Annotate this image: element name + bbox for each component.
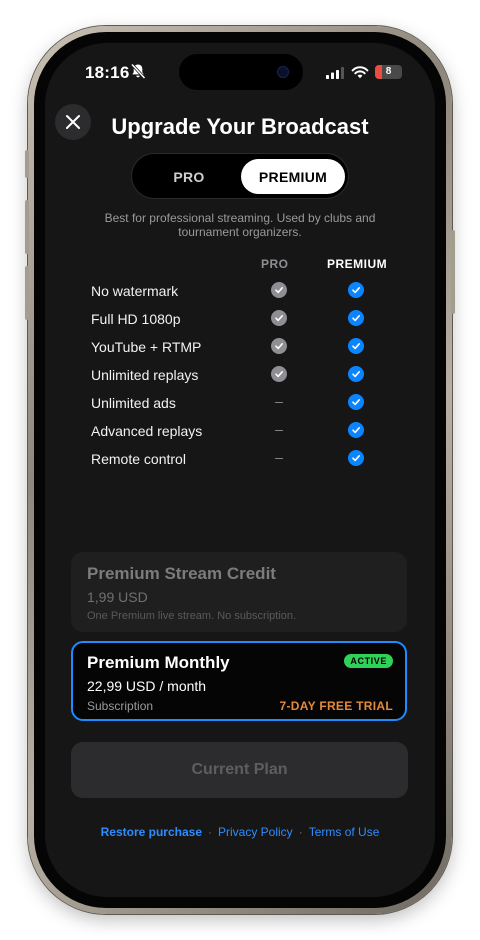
free-trial-label: 7-DAY FREE TRIAL xyxy=(279,699,393,713)
pro-unavailable-dash: – xyxy=(275,449,283,465)
feature-label: Advanced replays xyxy=(91,423,203,439)
feature-label: Unlimited replays xyxy=(91,367,199,383)
feature-row: Remote control – xyxy=(45,449,435,469)
active-badge: ACTIVE xyxy=(344,654,393,668)
tab-premium[interactable]: PREMIUM xyxy=(241,159,345,194)
premium-check-icon xyxy=(348,338,364,354)
option-title: Premium Monthly xyxy=(87,653,230,672)
feature-label: Remote control xyxy=(91,451,186,467)
footer-links: Restore purchase · Privacy Policy · Terms of… xyxy=(45,825,435,839)
terms-of-use-link[interactable]: Terms of Use xyxy=(309,825,380,839)
current-plan-button[interactable]: Current Plan xyxy=(71,742,408,798)
status-time: 18:16 xyxy=(85,63,130,82)
feature-label: No watermark xyxy=(91,283,179,299)
power-button xyxy=(451,230,455,314)
plan-toggle: PRO PREMIUM xyxy=(131,153,349,199)
feature-row: Unlimited ads – xyxy=(45,393,435,413)
feature-row: YouTube + RTMP xyxy=(45,337,435,357)
feature-row: Full HD 1080p xyxy=(45,309,435,329)
pro-check-icon xyxy=(271,282,287,298)
pro-check-icon xyxy=(271,366,287,382)
cellular-signal-icon xyxy=(326,67,344,79)
premium-check-icon xyxy=(348,282,364,298)
battery-level: 8 xyxy=(385,66,392,77)
app-screen: 18:16 8 Upgrade Your Broadcast PRO PREMI… xyxy=(45,43,435,897)
premium-check-icon xyxy=(348,422,364,438)
premium-check-icon xyxy=(348,394,364,410)
column-header-pro: PRO xyxy=(261,257,289,271)
pro-unavailable-dash: – xyxy=(275,421,283,437)
tab-pro[interactable]: PRO xyxy=(138,159,240,194)
premium-check-icon xyxy=(348,366,364,382)
option-subtitle: Subscription xyxy=(87,699,154,713)
battery-icon: 8 xyxy=(375,65,402,79)
premium-stream-credit-option[interactable]: Premium Stream Credit 1,99 USD One Premi… xyxy=(71,552,407,632)
feature-label: Full HD 1080p xyxy=(91,311,181,327)
option-title: Premium Stream Credit xyxy=(87,564,276,583)
feature-row: Advanced replays – xyxy=(45,421,435,441)
volume-up-button xyxy=(25,200,29,254)
option-price: 22,99 USD / month xyxy=(87,678,207,694)
feature-label: YouTube + RTMP xyxy=(91,339,202,355)
privacy-policy-link[interactable]: Privacy Policy xyxy=(218,825,293,839)
feature-row: Unlimited replays xyxy=(45,365,435,385)
footer-separator: · xyxy=(208,825,212,839)
camera-icon xyxy=(277,66,289,78)
action-button xyxy=(25,150,29,178)
premium-check-icon xyxy=(348,450,364,466)
feature-label: Unlimited ads xyxy=(91,395,176,411)
bell-off-icon xyxy=(130,63,146,80)
option-price: 1,99 USD xyxy=(87,589,148,605)
premium-check-icon xyxy=(348,310,364,326)
plan-description: Best for professional streaming. Used by… xyxy=(104,211,376,239)
premium-monthly-option[interactable]: Premium Monthly ACTIVE 22,99 USD / month… xyxy=(71,641,407,721)
wifi-icon xyxy=(351,66,369,79)
footer-separator: · xyxy=(298,825,303,839)
volume-down-button xyxy=(25,266,29,320)
column-header-premium: PREMIUM xyxy=(327,257,388,271)
restore-purchase-link[interactable]: Restore purchase xyxy=(101,825,202,839)
pro-check-icon xyxy=(271,338,287,354)
option-subtitle: One Premium live stream. No subscription… xyxy=(87,610,297,622)
pro-unavailable-dash: – xyxy=(275,393,283,409)
feature-row: No watermark xyxy=(45,281,435,301)
page-title: Upgrade Your Broadcast xyxy=(111,114,369,139)
pro-check-icon xyxy=(271,310,287,326)
